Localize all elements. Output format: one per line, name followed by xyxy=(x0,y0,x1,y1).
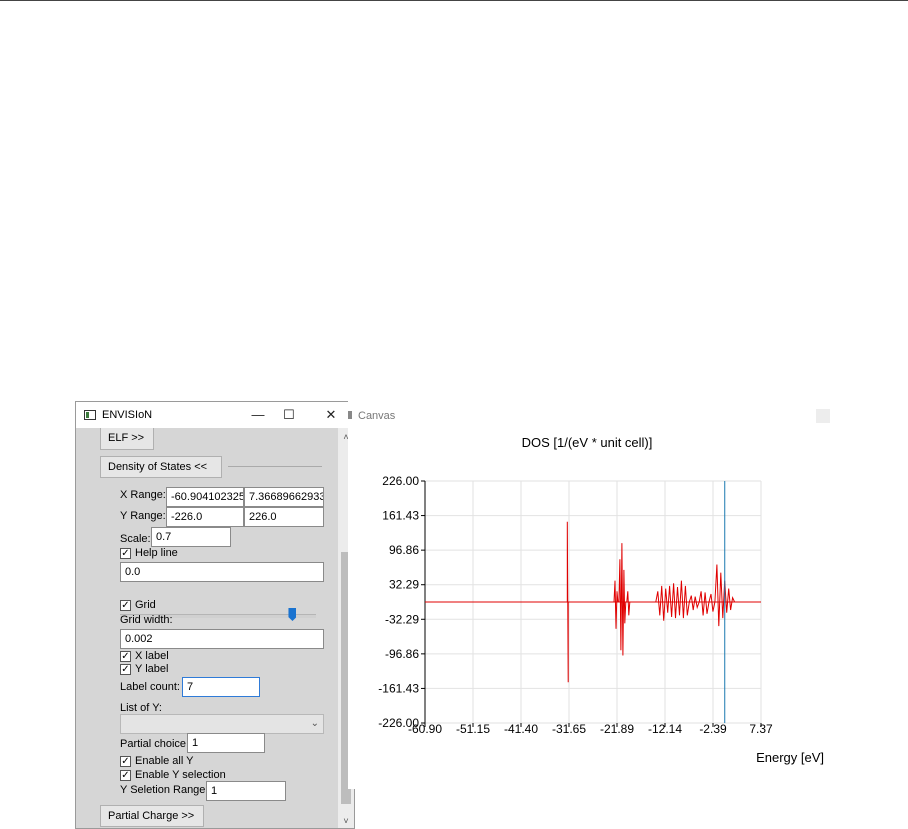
y-tick-label: -161.43 xyxy=(378,681,419,695)
grid-checkbox[interactable]: ✓ xyxy=(120,600,131,611)
elf-button[interactable]: ELF >> xyxy=(100,428,154,450)
x-tick-label: -41.40 xyxy=(504,722,538,736)
scale-label: Scale: xyxy=(120,533,151,545)
y-tick-label: 226.00 xyxy=(382,474,419,488)
partial-charge-button[interactable]: Partial Charge >> xyxy=(100,805,204,827)
window-titlebar[interactable]: ENVISIoN — ☐ ✕ xyxy=(76,402,354,428)
x-tick-label: -51.15 xyxy=(456,722,490,736)
x-tick-label: -12.14 xyxy=(648,722,682,736)
y-range-min-input[interactable]: -226.0 xyxy=(166,507,244,527)
label-count-label: Label count: xyxy=(120,681,180,693)
y-tick-label: 32.29 xyxy=(389,578,419,592)
x-label-label: X label xyxy=(135,650,169,662)
y-range-max-input[interactable]: 226.0 xyxy=(244,507,324,527)
window-title: ENVISIoN xyxy=(102,409,153,421)
data-layer xyxy=(425,481,761,723)
grid-width-input[interactable]: 0.002 xyxy=(120,629,324,649)
x-tick-label: -21.89 xyxy=(600,722,634,736)
x-axis-label: Energy [eV] xyxy=(756,750,824,765)
section-divider xyxy=(228,466,322,467)
enable-y-selection-checkbox[interactable]: ✓ xyxy=(120,770,131,781)
enable-all-y-label: Enable all Y xyxy=(135,755,194,767)
scale-input[interactable]: 0.7 xyxy=(151,527,231,547)
chart-title: DOS [1/(eV * unit cell)] xyxy=(522,435,653,450)
x-range-min-input[interactable]: -60.904102325 xyxy=(166,487,244,507)
enable-all-y-checkbox[interactable]: ✓ xyxy=(120,756,131,767)
y-tick-label: 96.86 xyxy=(389,543,419,557)
grid-width-label: Grid width: xyxy=(120,614,173,626)
dos-series-line xyxy=(566,521,736,683)
help-line-checkbox[interactable]: ✓ xyxy=(120,548,131,559)
help-line-input[interactable]: 0.0 xyxy=(120,562,324,582)
density-of-states-button[interactable]: Density of States << xyxy=(100,456,222,478)
app-icon xyxy=(84,410,96,420)
settings-panel: ELF >> Density of States << X Range: -60… xyxy=(76,428,340,828)
y-tick-label: -32.29 xyxy=(385,612,419,626)
y-tick-label: 161.43 xyxy=(382,509,419,523)
chevron-down-icon: ⌄ xyxy=(310,718,319,729)
partial-choice-input[interactable]: 1 xyxy=(187,733,265,753)
envision-window: ENVISIoN — ☐ ✕ ˄ ˅ ELF >> Density of Sta… xyxy=(75,401,355,829)
y-tick-label: -226.00 xyxy=(378,716,419,730)
minimize-button[interactable]: — xyxy=(247,405,269,425)
partial-choice-label: Partial choice: xyxy=(120,738,190,750)
help-line-slider-handle[interactable] xyxy=(288,608,297,621)
scroll-down-icon[interactable]: ˅ xyxy=(338,814,354,828)
help-line-label: Help line xyxy=(135,547,178,559)
y-tick-label: -96.86 xyxy=(385,647,419,661)
x-tick-label: -31.65 xyxy=(552,722,586,736)
y-label-checkbox[interactable]: ✓ xyxy=(120,664,131,675)
dos-chart: -60.90 -51.15 -41.40 -31.65 -21.89 -12.14 -2.3… xyxy=(378,435,824,765)
y-label-label: Y label xyxy=(135,663,169,675)
y-selection-range-input[interactable]: 1 xyxy=(206,781,286,801)
canvas-window: Canvas -60.90 -51.15 -41.40 -31.65 -21.89 -12… xyxy=(348,401,834,789)
close-button[interactable]: ✕ xyxy=(320,405,342,425)
enable-y-selection-label: Enable Y selection xyxy=(135,769,226,781)
y-range-label: Y Range: xyxy=(120,510,166,522)
x-tick-label: 7.37 xyxy=(749,722,773,736)
x-range-max-input[interactable]: 7.36689662933 xyxy=(244,487,324,507)
page-top-rule xyxy=(0,0,908,1)
y-selection-range-label: Y Seletion Range: xyxy=(120,784,209,796)
list-of-y-label: List of Y: xyxy=(120,702,162,714)
maximize-button[interactable]: ☐ xyxy=(278,405,300,425)
x-range-label: X Range: xyxy=(120,489,166,501)
grid-label: Grid xyxy=(135,599,156,611)
label-count-input[interactable]: 7 xyxy=(182,677,260,697)
list-of-y-select[interactable]: ⌄ xyxy=(120,714,324,734)
x-label-checkbox[interactable]: ✓ xyxy=(120,651,131,662)
x-tick-label: -2.39 xyxy=(699,722,727,736)
